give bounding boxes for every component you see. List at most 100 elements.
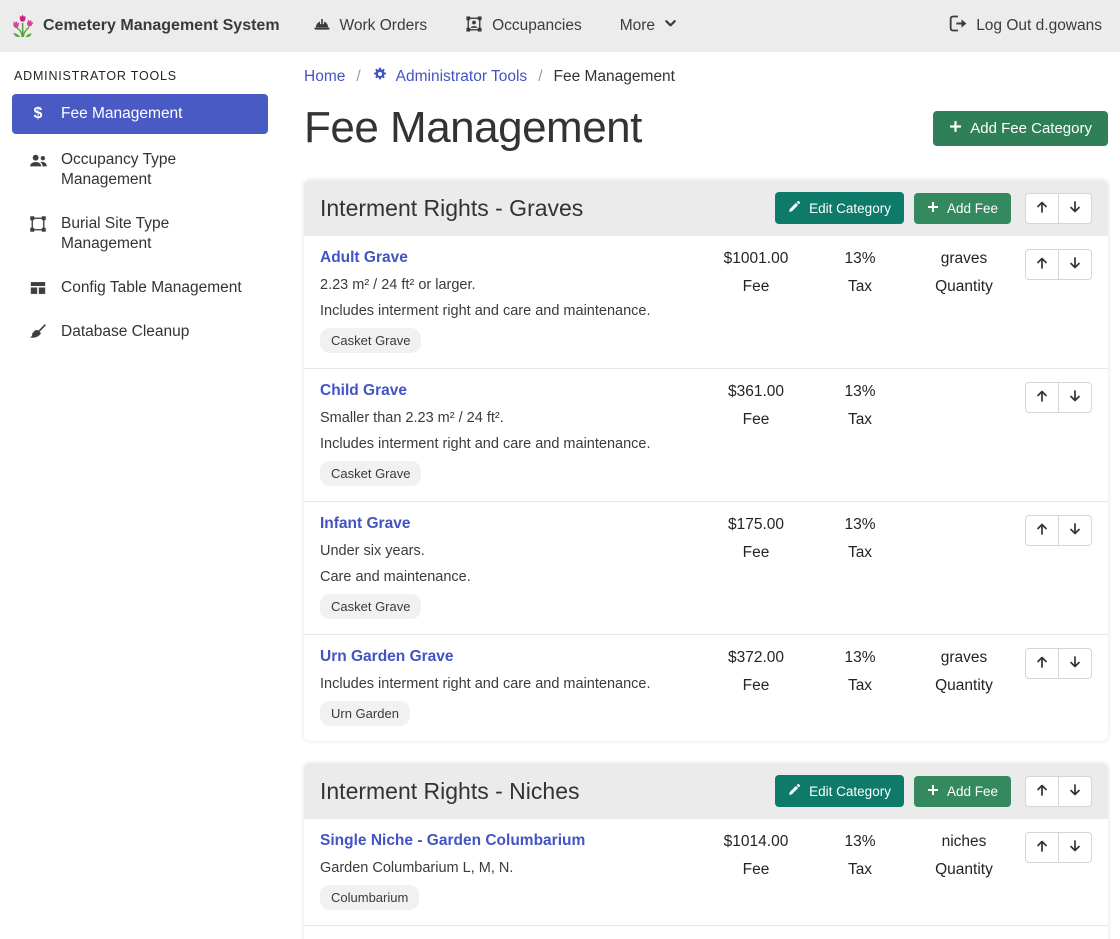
category-move-down-button[interactable] (1058, 193, 1092, 224)
arrow-up-icon (1035, 655, 1049, 672)
arrow-up-icon (1035, 389, 1049, 406)
tulips-logo-icon (12, 10, 34, 43)
fee-move-down-button[interactable] (1058, 515, 1092, 546)
sidebar-item-fee-management[interactable]: $ Fee Management (12, 94, 268, 134)
users-icon (28, 151, 48, 170)
fee-row: Companion Niche - Garden Columbarium Gar… (304, 925, 1108, 939)
chevron-down-icon (664, 17, 677, 35)
fee-move-up-button[interactable] (1025, 382, 1059, 413)
fee-type-badge: Urn Garden (320, 701, 410, 726)
fee-type-badge: Casket Grave (320, 594, 421, 619)
plus-icon (927, 784, 939, 799)
fee-category-card-graves: Interment Rights - Graves Edit Category … (304, 180, 1108, 741)
fee-quantity: graves (912, 649, 1016, 667)
edit-category-label: Edit Category (809, 201, 891, 216)
occupancy-frame-icon (465, 15, 483, 38)
sidebar-item-database-cleanup[interactable]: Database Cleanup (12, 314, 268, 350)
nav-occupancies[interactable]: Occupancies (446, 0, 601, 52)
add-fee-button[interactable]: Add Fee (914, 193, 1011, 224)
fee-type-badge: Casket Grave (320, 461, 421, 486)
fee-tax: 13% (808, 516, 912, 534)
arrow-down-icon (1068, 256, 1082, 273)
fee-name-link[interactable]: Single Niche - Garden Columbarium (320, 832, 585, 850)
breadcrumb-home-link[interactable]: Home (304, 68, 345, 86)
edit-category-label: Edit Category (809, 784, 891, 799)
fee-type-badge: Casket Grave (320, 328, 421, 353)
main-content: Home / Administrator Tools / Fee Managem… (280, 52, 1120, 939)
fee-tax: 13% (808, 250, 912, 268)
arrow-down-icon (1068, 522, 1082, 539)
breadcrumb-admin-tools-link[interactable]: Administrator Tools (372, 66, 528, 87)
top-navbar: Cemetery Management System Work Orders (0, 0, 1120, 52)
dollar-icon: $ (28, 105, 48, 123)
arrow-down-icon (1068, 839, 1082, 856)
fee-move-up-button[interactable] (1025, 832, 1059, 863)
pencil-icon (788, 200, 801, 216)
add-fee-button[interactable]: Add Fee (914, 776, 1011, 807)
arrow-down-icon (1068, 200, 1082, 217)
fee-move-up-button[interactable] (1025, 648, 1059, 679)
fee-move-down-button[interactable] (1058, 832, 1092, 863)
edit-category-button[interactable]: Edit Category (775, 775, 904, 807)
fee-row: Child Grave Smaller than 2.23 m² / 24 ft… (304, 368, 1108, 501)
nav-more[interactable]: More (601, 0, 696, 52)
edit-category-button[interactable]: Edit Category (775, 192, 904, 224)
broom-icon (28, 323, 48, 341)
fee-tax: 13% (808, 383, 912, 401)
sidebar-item-occupancy-type-management[interactable]: Occupancy Type Management (12, 142, 268, 198)
fee-amount: $361.00 (704, 383, 808, 401)
sidebar-item-label: Database Cleanup (61, 322, 189, 342)
add-fee-category-button[interactable]: Add Fee Category (933, 111, 1108, 146)
sidebar-item-label: Occupancy Type Management (61, 150, 258, 190)
fee-name-link[interactable]: Adult Grave (320, 249, 408, 267)
sidebar-item-config-table-management[interactable]: Config Table Management (12, 270, 268, 306)
fee-amount: $372.00 (704, 649, 808, 667)
sidebar-item-label: Config Table Management (61, 278, 242, 298)
fee-name-link[interactable]: Urn Garden Grave (320, 648, 454, 666)
fee-category-card-niches: Interment Rights - Niches Edit Category … (304, 763, 1108, 939)
sidebar-item-burial-site-type-management[interactable]: Burial Site Type Management (12, 206, 268, 262)
fee-tax: 13% (808, 833, 912, 851)
logout-label: Log Out d.gowans (976, 17, 1102, 35)
fee-name-link[interactable]: Infant Grave (320, 515, 410, 533)
fee-move-down-button[interactable] (1058, 382, 1092, 413)
breadcrumb-admin-tools-label: Administrator Tools (396, 68, 528, 86)
fee-quantity-label: Quantity (912, 861, 1016, 879)
arrow-up-icon (1035, 783, 1049, 800)
fee-tax: 13% (808, 649, 912, 667)
nav-work-orders[interactable]: Work Orders (294, 0, 447, 52)
sidebar-heading: ADMINISTRATOR TOOLS (12, 52, 268, 94)
fee-move-up-button[interactable] (1025, 249, 1059, 280)
fee-amount-label: Fee (704, 278, 808, 296)
fee-move-up-button[interactable] (1025, 515, 1059, 546)
fee-row: Infant Grave Under six years. Care and m… (304, 501, 1108, 634)
app-title: Cemetery Management System (43, 17, 280, 35)
category-title: Interment Rights - Graves (320, 195, 583, 222)
fee-row: Single Niche - Garden Columbarium Garden… (304, 819, 1108, 925)
fee-move-down-button[interactable] (1058, 648, 1092, 679)
navbar-menu: Work Orders Occupancies More (294, 0, 697, 52)
app-brand[interactable]: Cemetery Management System (12, 10, 280, 43)
fee-amount-label: Fee (704, 677, 808, 695)
fee-amount: $1014.00 (704, 833, 808, 851)
gear-icon (372, 66, 388, 87)
add-fee-label: Add Fee (947, 784, 998, 799)
nav-occupancies-label: Occupancies (492, 17, 582, 35)
arrow-up-icon (1035, 522, 1049, 539)
category-move-up-button[interactable] (1025, 776, 1059, 807)
category-header: Interment Rights - Niches Edit Category … (304, 763, 1108, 819)
add-fee-category-label: Add Fee Category (970, 120, 1092, 137)
category-move-down-button[interactable] (1058, 776, 1092, 807)
vector-square-icon (28, 215, 48, 233)
fee-move-down-button[interactable] (1058, 249, 1092, 280)
fee-amount: $175.00 (704, 516, 808, 534)
logout-button[interactable]: Log Out d.gowans (948, 14, 1102, 38)
fee-name-link[interactable]: Child Grave (320, 382, 407, 400)
hard-hat-icon (313, 15, 331, 38)
arrow-down-icon (1068, 783, 1082, 800)
fee-tax-label: Tax (808, 278, 912, 296)
fee-amount: $1001.00 (704, 250, 808, 268)
arrow-down-icon (1068, 389, 1082, 406)
sidebar-item-label: Burial Site Type Management (61, 214, 258, 254)
category-move-up-button[interactable] (1025, 193, 1059, 224)
